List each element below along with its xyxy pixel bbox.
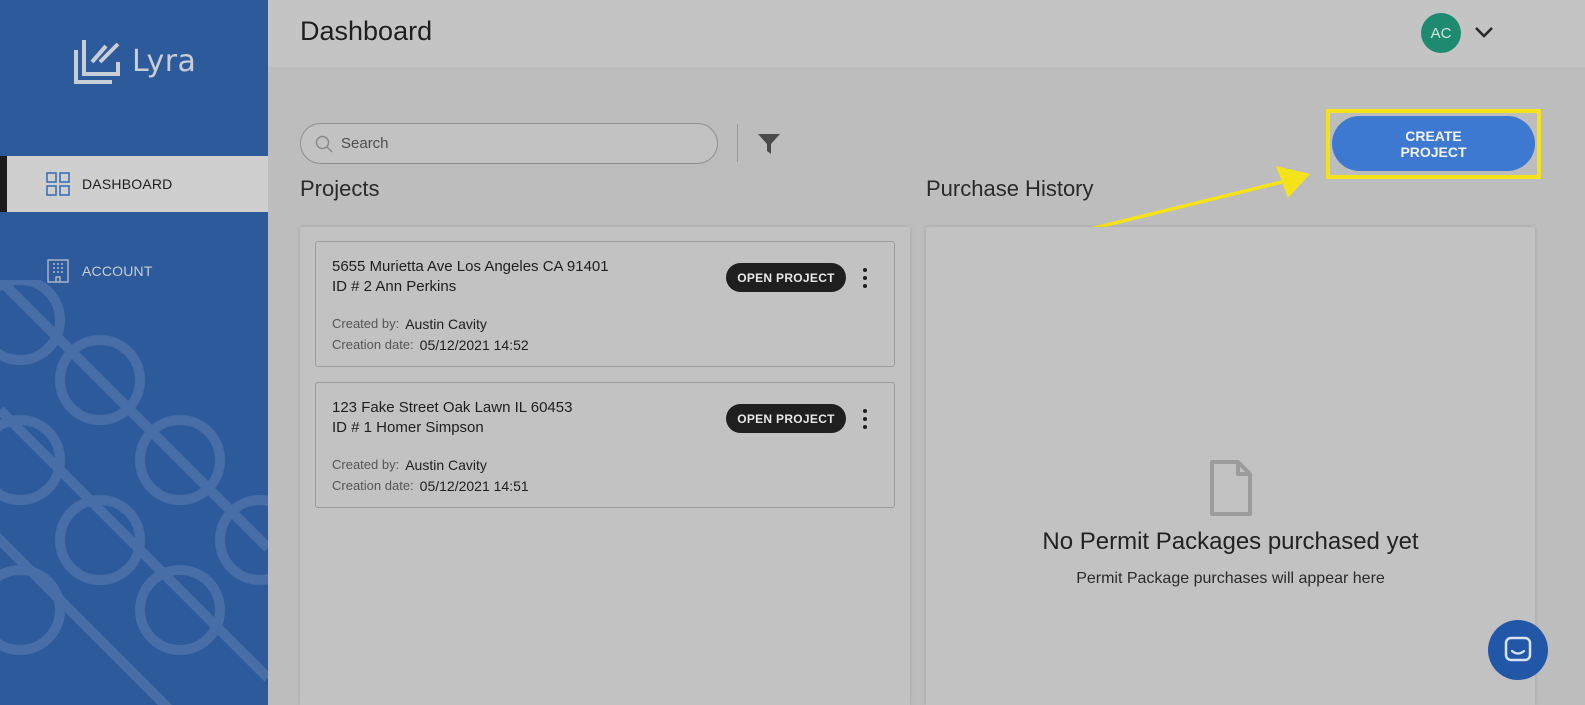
creation-date-value: 05/12/2021 14:52 bbox=[419, 337, 529, 353]
creation-date-label: Creation date: bbox=[332, 337, 414, 352]
created-by-label: Created by: bbox=[332, 457, 400, 472]
page-title: Dashboard bbox=[300, 16, 433, 46]
sidebar-item-label: ACCOUNT bbox=[82, 263, 153, 279]
creation-date-row: Creation date: 05/12/2021 14:52 bbox=[332, 337, 529, 353]
project-address: 5655 Murietta Ave Los Angeles CA 91401 bbox=[332, 258, 609, 275]
open-project-button[interactable]: OPEN PROJECT bbox=[726, 263, 846, 292]
created-by-label: Created by: bbox=[332, 316, 400, 331]
create-project-label: CREATE PROJECT bbox=[1400, 127, 1467, 160]
project-id: ID # 1 Homer Simpson bbox=[332, 419, 484, 436]
building-icon bbox=[47, 259, 69, 283]
logo-text: Lyra bbox=[132, 43, 197, 79]
open-project-button[interactable]: OPEN PROJECT bbox=[726, 404, 846, 433]
sidebar-background-pattern bbox=[0, 280, 268, 705]
search-input[interactable] bbox=[341, 135, 681, 152]
more-options-icon[interactable] bbox=[856, 407, 874, 431]
project-address: 123 Fake Street Oak Lawn IL 60453 bbox=[332, 399, 573, 416]
purchase-history-title: Purchase History bbox=[926, 176, 1094, 201]
lyra-logo-icon bbox=[74, 40, 120, 84]
creation-date-row: Creation date: 05/12/2021 14:51 bbox=[332, 478, 529, 494]
search-field[interactable] bbox=[300, 123, 718, 164]
project-card[interactable]: 5655 Murietta Ave Los Angeles CA 91401 I… bbox=[315, 241, 895, 367]
creation-date-value: 05/12/2021 14:51 bbox=[419, 478, 529, 494]
chat-icon bbox=[1504, 636, 1532, 662]
project-card[interactable]: 123 Fake Street Oak Lawn IL 60453 ID # 1… bbox=[315, 382, 895, 508]
chevron-down-icon[interactable] bbox=[1472, 22, 1496, 42]
chat-launcher-button[interactable] bbox=[1488, 620, 1548, 680]
avatar[interactable]: AC bbox=[1421, 13, 1461, 53]
empty-state-subtitle: Permit Package purchases will appear her… bbox=[1076, 570, 1385, 587]
lyra-logo[interactable]: Lyra bbox=[72, 36, 196, 86]
more-options-icon[interactable] bbox=[856, 266, 874, 290]
top-header: Dashboard AC bbox=[268, 0, 1585, 67]
filter-icon[interactable] bbox=[756, 131, 782, 157]
sidebar-item-account[interactable]: ACCOUNT bbox=[0, 243, 268, 299]
sidebar-item-label: DASHBOARD bbox=[82, 176, 173, 192]
empty-state-title: No Permit Packages purchased yet bbox=[1042, 528, 1419, 555]
document-icon bbox=[1210, 460, 1252, 516]
search-icon bbox=[315, 135, 333, 153]
projects-title: Projects bbox=[300, 176, 380, 201]
toolbar-divider bbox=[737, 124, 738, 162]
creation-date-label: Creation date: bbox=[332, 478, 414, 493]
create-project-button[interactable]: CREATE PROJECT bbox=[1332, 116, 1535, 171]
created-by-value: Austin Cavity bbox=[405, 457, 487, 473]
created-by-row: Created by: Austin Cavity bbox=[332, 457, 487, 473]
project-id: ID # 2 Ann Perkins bbox=[332, 278, 457, 295]
sidebar: Lyra DASHBOARD ACCOUNT bbox=[0, 0, 268, 705]
grid-icon bbox=[46, 172, 70, 196]
created-by-value: Austin Cavity bbox=[405, 316, 487, 332]
created-by-row: Created by: Austin Cavity bbox=[332, 316, 487, 332]
sidebar-item-dashboard[interactable]: DASHBOARD bbox=[0, 156, 268, 212]
